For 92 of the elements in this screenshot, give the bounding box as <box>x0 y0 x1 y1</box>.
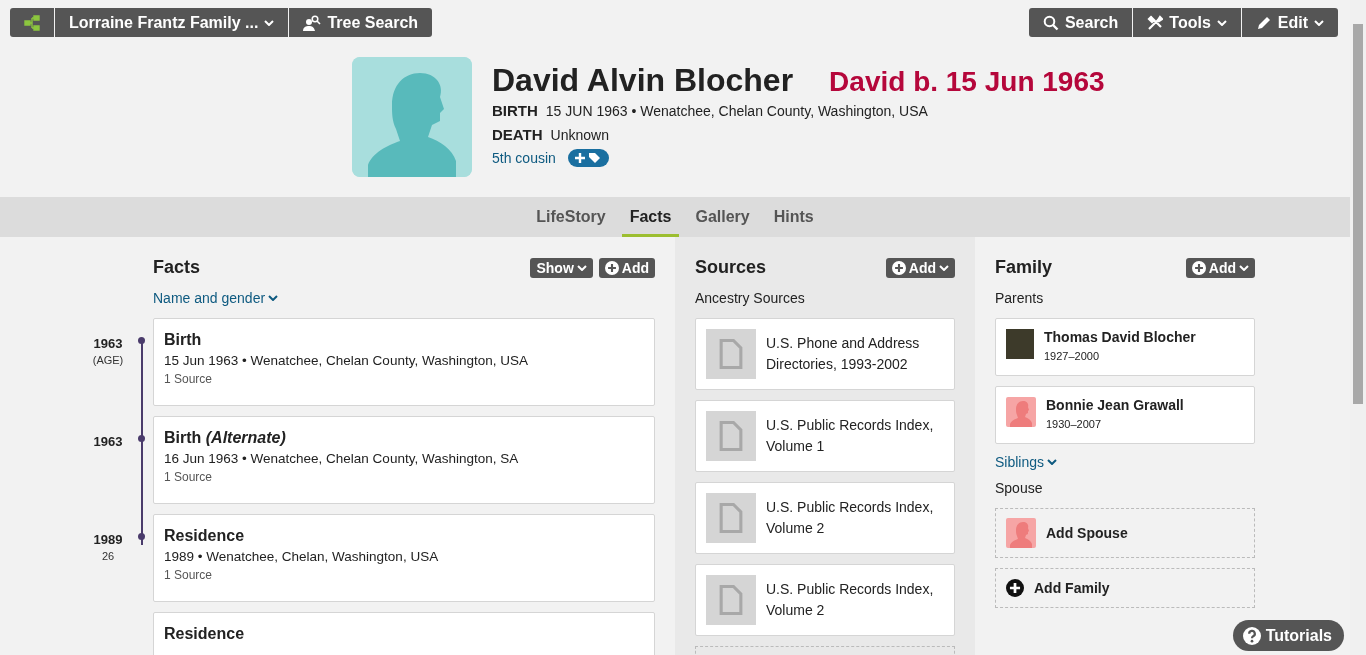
tools-button[interactable]: Tools <box>1133 8 1241 37</box>
add-family-dropdown[interactable]: Add <box>1185 257 1255 278</box>
document-icon <box>706 329 756 379</box>
fact-card[interactable]: Birth 15 Jun 1963 • Wenatchee, Chelan County, Washington, USA 1 Source <box>153 318 655 406</box>
fact-detail: 1989 • Wenatchee, Chelan, Washington, USA <box>164 549 440 564</box>
chevron-down-icon <box>1314 19 1324 26</box>
tab[interactable]: LifeStory <box>528 197 614 237</box>
timeline-year: 1963 <box>92 336 124 351</box>
fact-card[interactable]: Residence <box>153 612 655 655</box>
chevron-down-icon <box>939 264 949 271</box>
relationship-link[interactable]: 5th cousin <box>492 150 556 166</box>
fact-card[interactable]: Birth (Alternate) 16 Jun 1963 • Wenatchee, Chelan County, Washington, SA 1 Source <box>153 416 655 504</box>
source-title: U.S. Phone and Address Directories, 1993-2002 <box>766 334 921 374</box>
tree-view-button[interactable] <box>10 8 54 37</box>
timeline-year: 1963 <box>92 434 124 449</box>
add-tag-button[interactable] <box>567 149 609 167</box>
parent-card[interactable]: Thomas David Blocher 1927–2000 <box>995 318 1255 376</box>
add-family-button[interactable]: Add Family <box>995 568 1255 608</box>
plus-circle-icon <box>1191 260 1206 275</box>
fact-label: BIRTH <box>492 102 538 119</box>
person-silhouette-icon <box>1006 397 1036 427</box>
person-name: David Alvin Blocher <box>492 61 794 99</box>
timeline-age: 26 <box>100 550 116 562</box>
source-card[interactable]: U.S. Public Records Index, Volume 2 <box>695 482 955 554</box>
source-count: 1 Source <box>164 470 214 484</box>
chevron-down-icon <box>576 264 587 271</box>
fact-detail: 16 Jun 1963 • Wenatchee, Chelan County, Washington, SA <box>164 451 520 466</box>
annotation-text: David b. 15 Jun 1963 <box>829 66 1105 98</box>
edit-button[interactable]: Edit <box>1241 8 1338 37</box>
timeline-age: (AGE) <box>91 354 125 366</box>
plus-circle-icon <box>891 260 906 275</box>
parent-name: Bonnie Jean Grawall <box>1046 397 1184 413</box>
tree-name-dropdown[interactable]: Lorraine Frantz Family ... <box>55 8 289 37</box>
source-count: 1 Source <box>164 568 214 582</box>
fact-title: Birth (Alternate) <box>164 429 287 447</box>
plus-tag-icon <box>575 152 602 164</box>
parent-card[interactable]: Bonnie Jean Grawall 1930–2007 <box>995 386 1255 444</box>
fact-label: DEATH <box>492 126 543 143</box>
tutorials-button[interactable]: Tutorials <box>1232 620 1344 651</box>
source-card[interactable]: U.S. Public Records Index, Volume 1 <box>695 400 955 472</box>
family-heading: Family <box>995 257 1053 278</box>
person-search-icon <box>303 14 322 31</box>
fact-title: Residence <box>164 625 246 643</box>
photo-placeholder <box>1006 329 1034 359</box>
chevron-down-icon <box>268 295 279 301</box>
source-count: 1 Source <box>164 372 214 386</box>
document-icon <box>706 411 756 461</box>
tab[interactable]: Gallery <box>687 197 758 237</box>
fact-card[interactable]: Residence 1989 • Wenatchee, Chelan, Washington, USA 1 Source <box>153 514 655 602</box>
timeline-year: 1989 <box>92 532 124 547</box>
show-dropdown[interactable]: Show <box>530 257 593 278</box>
help-icon <box>1242 626 1261 645</box>
facts-heading: Facts <box>153 257 201 278</box>
fact-title: Birth <box>164 331 203 349</box>
scrollbar-thumb[interactable] <box>1353 24 1363 404</box>
parent-years: 1927–2000 <box>1044 350 1101 362</box>
document-icon <box>706 575 756 625</box>
name-and-gender-link[interactable]: Name and gender <box>153 290 279 306</box>
chevron-down-icon <box>1216 19 1227 26</box>
search-button[interactable]: Search <box>1028 8 1133 37</box>
ancestry-sources-label: Ancestry Sources <box>695 290 806 306</box>
plus-circle-icon <box>1006 579 1024 597</box>
source-title: U.S. Public Records Index, Volume 2 <box>766 580 935 620</box>
source-title: U.S. Public Records Index, Volume 2 <box>766 498 935 538</box>
tools-icon <box>1147 14 1164 31</box>
parent-years: 1930–2007 <box>1046 418 1103 430</box>
source-card[interactable]: U.S. Public Records Index, Volume 2 <box>695 564 955 636</box>
add-source-dropdown[interactable]: Add <box>885 257 955 278</box>
tree-search-button[interactable]: Tree Search <box>289 8 433 37</box>
plus-circle-icon <box>604 260 619 275</box>
chevron-down-icon <box>1047 459 1058 465</box>
fact-value: Unknown <box>550 127 609 143</box>
person-silhouette-icon <box>1006 518 1036 548</box>
tree-icon <box>24 14 40 31</box>
tab[interactable]: Hints <box>765 197 822 237</box>
spouse-label: Spouse <box>995 480 1044 496</box>
sources-heading: Sources <box>695 257 767 278</box>
parent-name: Thomas David Blocher <box>1044 329 1196 345</box>
source-title: U.S. Public Records Index, Volume 1 <box>766 416 935 456</box>
siblings-link[interactable]: Siblings <box>995 454 1058 470</box>
chevron-down-icon <box>264 19 275 26</box>
pencil-icon <box>1255 14 1272 31</box>
parents-label: Parents <box>995 290 1045 306</box>
source-card[interactable]: U.S. Phone and Address Directories, 1993-2002 <box>695 318 955 390</box>
search-icon <box>1042 14 1059 31</box>
chevron-down-icon <box>1239 264 1249 271</box>
fact-value: 15 JUN 1963 • Wenatchee, Chelan County, Washington, USA <box>545 103 928 119</box>
document-icon <box>706 493 756 543</box>
fact-detail: 15 Jun 1963 • Wenatchee, Chelan County, Washington, USA <box>164 353 529 368</box>
add-spouse-button[interactable]: Add Spouse <box>995 508 1255 558</box>
fact-title: Residence <box>164 527 246 545</box>
add-fact-button[interactable]: Add <box>598 257 655 278</box>
